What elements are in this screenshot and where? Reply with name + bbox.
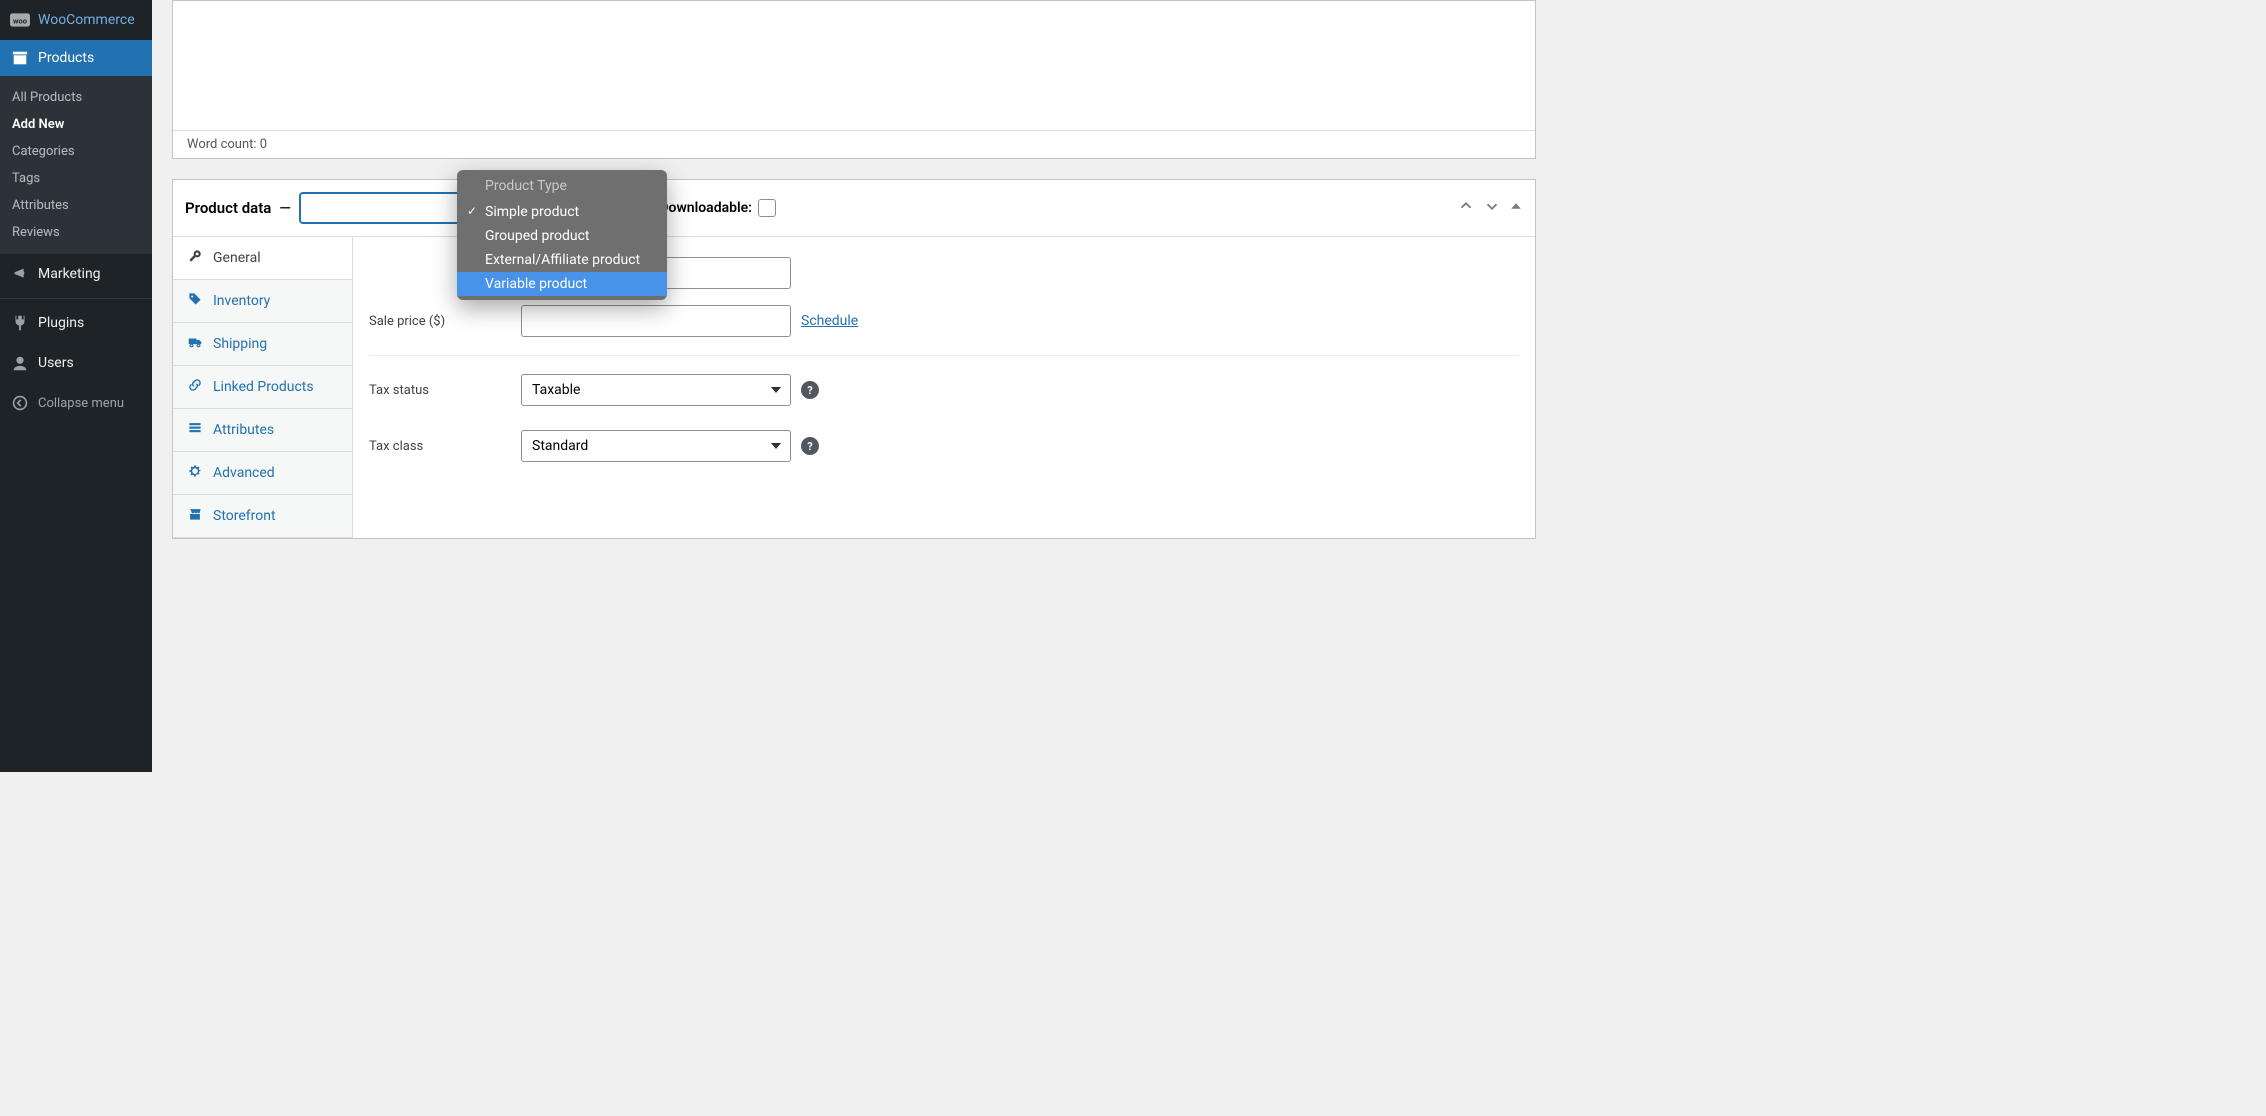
collapse-label: Collapse menu (38, 396, 124, 411)
svg-text:woo: woo (13, 16, 27, 25)
tab-label: Advanced (213, 465, 275, 481)
tab-shipping[interactable]: Shipping (173, 323, 352, 366)
main-content: Word count: 0 Product data — ? Virtual: … (152, 0, 1556, 772)
megaphone-icon (10, 264, 30, 284)
tab-label: Linked Products (213, 379, 314, 395)
submenu-tags[interactable]: Tags (0, 165, 152, 192)
tab-attributes[interactable]: Attributes (173, 409, 352, 452)
plug-icon (10, 313, 30, 333)
sidebar-label: Plugins (38, 315, 84, 331)
truck-icon (187, 335, 203, 353)
link-icon (187, 378, 203, 396)
submenu-reviews[interactable]: Reviews (0, 219, 152, 246)
tax-class-row: Tax class Standard ? (369, 422, 1519, 470)
sidebar-item-woocommerce[interactable]: woo WooCommerce (0, 0, 152, 40)
woocommerce-icon: woo (10, 10, 30, 30)
tab-label: Inventory (213, 293, 270, 309)
submenu-add-new[interactable]: Add New (0, 111, 152, 138)
tab-label: Shipping (213, 336, 267, 352)
chevron-down-icon[interactable] (1483, 197, 1501, 219)
sidebar-item-users[interactable]: Users (0, 343, 152, 383)
help-icon[interactable]: ? (801, 437, 819, 455)
tab-linked-products[interactable]: Linked Products (173, 366, 352, 409)
submenu-attributes[interactable]: Attributes (0, 192, 152, 219)
sidebar-submenu-products: All Products Add New Categories Tags Att… (0, 76, 152, 254)
downloadable-checkbox-group: Downloadable: (659, 199, 776, 217)
tab-label: Attributes (213, 422, 274, 438)
sidebar-divider (0, 298, 152, 299)
tax-class-label: Tax class (369, 439, 511, 454)
field-divider (369, 355, 1519, 356)
tax-status-row: Tax status Taxable ? (369, 366, 1519, 414)
chevron-up-icon[interactable] (1457, 197, 1475, 219)
admin-sidebar: woo WooCommerce Products All Products Ad… (0, 0, 152, 772)
dropdown-option-grouped[interactable]: Grouped product (457, 224, 667, 248)
tax-status-label: Tax status (369, 383, 511, 398)
sidebar-label: Marketing (38, 266, 101, 282)
tax-status-select[interactable]: Taxable (521, 374, 791, 406)
dropdown-option-external[interactable]: External/Affiliate product (457, 248, 667, 272)
gear-icon (187, 464, 203, 482)
schedule-link[interactable]: Schedule (801, 313, 858, 329)
sidebar-label: Users (38, 355, 74, 371)
tab-inventory[interactable]: Inventory (173, 280, 352, 323)
header-right (1457, 197, 1523, 219)
sidebar-item-plugins[interactable]: Plugins (0, 303, 152, 343)
sale-price-input[interactable] (521, 305, 791, 337)
collapse-icon (10, 393, 30, 413)
sidebar-item-marketing[interactable]: Marketing (0, 254, 152, 294)
dropdown-option-simple[interactable]: Simple product (457, 200, 667, 224)
dropdown-option-variable[interactable]: Variable product (457, 272, 667, 296)
tag-icon (187, 292, 203, 310)
help-icon[interactable]: ? (801, 381, 819, 399)
panel-tabs: General Inventory Shipping (173, 237, 353, 538)
tab-label: Storefront (213, 508, 276, 524)
submenu-categories[interactable]: Categories (0, 138, 152, 165)
dash-separator: — (279, 199, 291, 217)
product-type-dropdown: Product Type Simple product Grouped prod… (457, 170, 667, 300)
content-editor-box: Word count: 0 (172, 0, 1536, 159)
sidebar-item-products[interactable]: Products (0, 40, 152, 76)
tab-general[interactable]: General (173, 237, 352, 280)
metabox-header: Product data — ? Virtual: Downloadable: (173, 180, 1535, 237)
metabox-title: Product data (185, 199, 271, 217)
tab-label: General (213, 250, 261, 266)
downloadable-checkbox[interactable] (758, 199, 776, 217)
tab-storefront[interactable]: Storefront (173, 495, 352, 538)
product-data-metabox: Product data — ? Virtual: Downloadable: (172, 179, 1536, 539)
submenu-all-products[interactable]: All Products (0, 84, 152, 111)
sale-price-row: Sale price ($) Schedule (369, 297, 1519, 345)
downloadable-label: Downloadable: (659, 200, 752, 216)
tax-class-select[interactable]: Standard (521, 430, 791, 462)
word-count-status: Word count: 0 (173, 131, 1535, 158)
user-icon (10, 353, 30, 373)
dropdown-heading: Product Type (457, 170, 667, 200)
sidebar-label: WooCommerce (38, 12, 135, 28)
sale-price-label: Sale price ($) (369, 314, 511, 329)
archive-icon (10, 48, 30, 68)
wrench-icon (187, 249, 203, 267)
list-icon (187, 421, 203, 439)
sidebar-label: Products (38, 50, 94, 66)
tab-advanced[interactable]: Advanced (173, 452, 352, 495)
caret-up-icon[interactable] (1509, 199, 1523, 217)
panel-body: General Inventory Shipping (173, 237, 1535, 538)
content-editor[interactable] (173, 1, 1535, 131)
store-icon (187, 507, 203, 525)
sidebar-collapse-button[interactable]: Collapse menu (0, 385, 152, 421)
